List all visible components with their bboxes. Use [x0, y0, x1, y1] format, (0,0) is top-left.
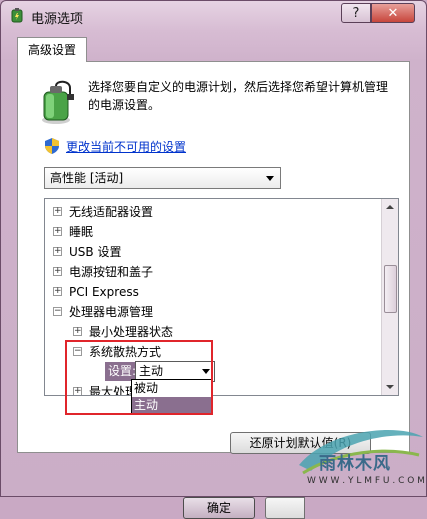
tab-advanced-settings[interactable]: 高级设置: [17, 37, 87, 62]
watermark-logo: 雨林木风 W W W . Y L M F U . C O M: [289, 421, 427, 497]
tree-item-label: USB 设置: [69, 245, 122, 259]
vertical-scrollbar[interactable]: [381, 199, 398, 395]
scroll-down-arrow-icon[interactable]: [386, 385, 394, 389]
chevron-down-icon: [266, 176, 274, 181]
cooling-policy-dropdown-list[interactable]: 被动 主动: [131, 379, 213, 415]
help-button[interactable]: ?: [341, 3, 371, 23]
tree-item-label: PCI Express: [69, 285, 139, 299]
collapse-icon[interactable]: −: [73, 347, 82, 356]
watermark-url: W W W . Y L M F U . C O M: [307, 476, 425, 486]
scrollbar-thumb[interactable]: [384, 265, 397, 313]
tree-item-label: 睡眠: [69, 225, 94, 239]
dropdown-option-passive[interactable]: 被动: [132, 380, 212, 397]
tree-item-label: 最小处理器状态: [89, 325, 174, 339]
cancel-button[interactable]: [265, 497, 305, 519]
expand-icon[interactable]: +: [53, 207, 62, 216]
cooling-policy-value: 主动: [139, 364, 164, 378]
expand-icon[interactable]: +: [53, 287, 62, 296]
close-button[interactable]: ✕: [371, 3, 415, 23]
scroll-up-arrow-icon[interactable]: [386, 205, 394, 209]
title-bar[interactable]: 电源选项 ? ✕: [1, 1, 426, 33]
expand-icon[interactable]: +: [53, 227, 62, 236]
battery-plug-icon: [42, 80, 74, 124]
expand-icon[interactable]: +: [73, 327, 82, 336]
power-options-icon: [11, 8, 23, 23]
power-plan-select-value: 高性能 [活动]: [50, 171, 124, 185]
uac-shield-icon: [45, 138, 59, 154]
tree-item-label: 最大处理: [89, 385, 138, 396]
change-unavailable-settings-link[interactable]: 更改当前不可用的设置: [66, 138, 186, 155]
collapse-icon[interactable]: −: [53, 307, 62, 316]
ok-button[interactable]: 确定: [183, 497, 255, 519]
advanced-settings-panel: 选择您要自定义的电源计划，然后选择您希望计算机管理的电源设置。 更改当前不可用的…: [17, 61, 410, 454]
settings-tree[interactable]: + 无线适配器设置 + 睡眠 + USB 设置 + 电源按钮和盖子 + PCI …: [44, 198, 399, 396]
expand-icon[interactable]: +: [73, 387, 82, 395]
tree-item-label: 无线适配器设置: [69, 205, 154, 219]
chevron-down-icon: [202, 369, 210, 374]
tree-item-label: 系统散热方式: [89, 345, 162, 359]
dropdown-option-active[interactable]: 主动: [132, 397, 212, 414]
description-text: 选择您要自定义的电源计划，然后选择您希望计算机管理的电源设置。: [88, 80, 389, 112]
window-title: 电源选项: [31, 12, 84, 27]
watermark-name: 雨林木风: [319, 454, 391, 474]
expand-icon[interactable]: +: [53, 247, 62, 256]
tree-item-label: 电源按钮和盖子: [69, 265, 154, 279]
expand-icon[interactable]: +: [53, 267, 62, 276]
power-options-window: 电源选项 ? ✕ 高级设置 选择您要自定义的电源计划，然后选择您希望计算机管理的…: [0, 0, 427, 519]
power-plan-select[interactable]: 高性能 [活动]: [44, 167, 281, 189]
tree-item-label: 处理器电源管理: [69, 305, 154, 319]
